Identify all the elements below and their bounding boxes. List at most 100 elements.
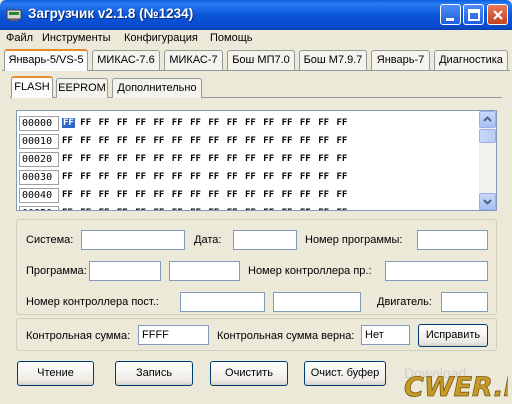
hex-byte[interactable]: FF [208, 136, 219, 146]
hex-byte[interactable]: FF [190, 154, 201, 164]
hex-byte[interactable]: FF [227, 118, 238, 128]
hex-byte[interactable]: FF [154, 172, 165, 182]
hex-byte[interactable]: FF [190, 118, 201, 128]
program-number-field[interactable] [417, 230, 488, 250]
hex-byte[interactable]: FF [190, 172, 201, 182]
system-field[interactable] [81, 230, 185, 250]
write-button[interactable]: Запись [115, 361, 193, 386]
hex-byte[interactable]: FF [99, 118, 110, 128]
hex-byte[interactable]: FF [135, 154, 146, 164]
hex-byte[interactable]: FF [282, 118, 293, 128]
hex-byte[interactable]: FF [245, 208, 256, 210]
hex-byte[interactable]: FF [263, 136, 274, 146]
hex-byte-selected[interactable]: FF [62, 118, 75, 128]
hex-byte[interactable]: FF [337, 172, 348, 182]
hex-byte[interactable]: FF [117, 154, 128, 164]
hex-byte[interactable]: FF [80, 136, 91, 146]
hex-byte[interactable]: FF [208, 208, 219, 210]
controller-number-field[interactable] [385, 261, 488, 281]
hex-byte[interactable]: FF [62, 190, 73, 200]
hex-byte[interactable]: FF [227, 190, 238, 200]
hex-byte[interactable]: FF [99, 172, 110, 182]
hex-byte[interactable]: FF [227, 136, 238, 146]
hex-byte[interactable]: FF [62, 154, 73, 164]
program-field-2[interactable] [169, 261, 240, 281]
fix-button[interactable]: Исправить [418, 324, 488, 347]
hex-byte[interactable]: FF [300, 190, 311, 200]
tab-mikas-7-6[interactable]: МИКАС-7.6 [92, 50, 160, 70]
hex-byte[interactable]: FF [208, 118, 219, 128]
hex-byte[interactable]: FF [245, 118, 256, 128]
hex-view[interactable]: 00000 FF FF FF FF FF FF FF FF FF FF FF FF FF FF FF FF 000… [16, 110, 497, 211]
controller-const-field-1[interactable] [180, 292, 265, 312]
hex-row[interactable]: 00020 FF FF FF FF FF FF FF FF FF FF FF FF FF FF FF FF [17, 151, 481, 169]
title-bar[interactable]: Загрузчик v2.1.8 (№1234) [0, 0, 512, 30]
tab-diagnostics[interactable]: Диагностика [434, 50, 508, 70]
hex-byte[interactable]: FF [263, 190, 274, 200]
menu-help[interactable]: Помощь [210, 32, 253, 44]
scroll-down-button[interactable] [479, 193, 496, 210]
hex-row[interactable]: 00010 FF FF FF FF FF FF FF FF FF FF FF FF FF FF FF FF [17, 133, 481, 151]
hex-byte[interactable]: FF [227, 172, 238, 182]
hex-byte[interactable]: FF [282, 172, 293, 182]
hex-byte[interactable]: FF [208, 172, 219, 182]
hex-byte[interactable]: FF [62, 172, 73, 182]
hex-byte[interactable]: FF [300, 208, 311, 210]
hex-byte[interactable]: FF [300, 154, 311, 164]
hex-byte[interactable]: FF [172, 154, 183, 164]
controller-const-field-2[interactable] [273, 292, 361, 312]
hex-byte[interactable]: FF [80, 118, 91, 128]
hex-byte[interactable]: FF [172, 208, 183, 210]
hex-byte[interactable]: FF [318, 118, 329, 128]
tab-bosch-m797[interactable]: Бош М7.9.7 [299, 50, 367, 70]
hex-byte[interactable]: FF [117, 208, 128, 210]
hex-row[interactable]: 00050FFFFFFFFFFFFFFFFFFFFFFFFFFFFFFFF [17, 205, 481, 210]
hex-byte[interactable]: FF [282, 190, 293, 200]
hex-byte[interactable]: FF [154, 154, 165, 164]
hex-byte[interactable]: FF [245, 136, 256, 146]
hex-byte[interactable]: FF [282, 208, 293, 210]
hex-byte[interactable]: FF [117, 136, 128, 146]
hex-byte[interactable]: FF [80, 190, 91, 200]
hex-byte[interactable]: FF [172, 136, 183, 146]
hex-byte[interactable]: FF [99, 208, 110, 210]
hex-byte[interactable]: FF [337, 136, 348, 146]
hex-byte[interactable]: FF [190, 136, 201, 146]
hex-byte[interactable]: FF [172, 118, 183, 128]
read-button[interactable]: Чтение [17, 361, 94, 386]
hex-byte[interactable]: FF [80, 208, 91, 210]
hex-byte[interactable]: FF [300, 172, 311, 182]
tab-january-7[interactable]: Январь-7 [371, 50, 430, 70]
hex-byte[interactable]: FF [190, 208, 201, 210]
hex-byte[interactable]: FF [263, 154, 274, 164]
hex-byte[interactable]: FF [337, 190, 348, 200]
menu-configuration[interactable]: Конфигурация [124, 32, 198, 44]
hex-byte[interactable]: FF [154, 208, 165, 210]
hex-byte[interactable]: FF [227, 208, 238, 210]
clear-button[interactable]: Очистить [210, 361, 288, 386]
close-button[interactable] [487, 4, 508, 25]
hex-byte[interactable]: FF [135, 118, 146, 128]
hex-byte[interactable]: FF [135, 190, 146, 200]
menu-tools[interactable]: Инструменты [42, 32, 111, 44]
hex-byte[interactable]: FF [99, 190, 110, 200]
checksum-valid-field[interactable]: Нет [361, 325, 410, 345]
hex-byte[interactable]: FF [99, 136, 110, 146]
hex-byte[interactable]: FF [245, 172, 256, 182]
hex-byte[interactable]: FF [318, 136, 329, 146]
tab-additional[interactable]: Дополнительно [112, 78, 202, 98]
hex-byte[interactable]: FF [62, 208, 73, 210]
hex-byte[interactable]: FF [135, 172, 146, 182]
hex-byte[interactable]: FF [190, 190, 201, 200]
hex-row[interactable]: 00030 FF FF FF FF FF FF FF FF FF FF FF FF FF FF FF FF [17, 169, 481, 187]
hex-byte[interactable]: FF [263, 208, 274, 210]
hex-byte[interactable]: FF [80, 154, 91, 164]
hex-byte[interactable]: FF [154, 136, 165, 146]
tab-january-5[interactable]: Январь-5/VS-5 [4, 49, 88, 71]
tab-mikas-7[interactable]: МИКАС-7 [164, 50, 223, 70]
minimize-button[interactable] [440, 4, 461, 25]
hex-byte[interactable]: FF [117, 190, 128, 200]
tab-flash[interactable]: FLASH [11, 76, 53, 98]
hex-byte[interactable]: FF [337, 154, 348, 164]
hex-byte[interactable]: FF [135, 208, 146, 210]
